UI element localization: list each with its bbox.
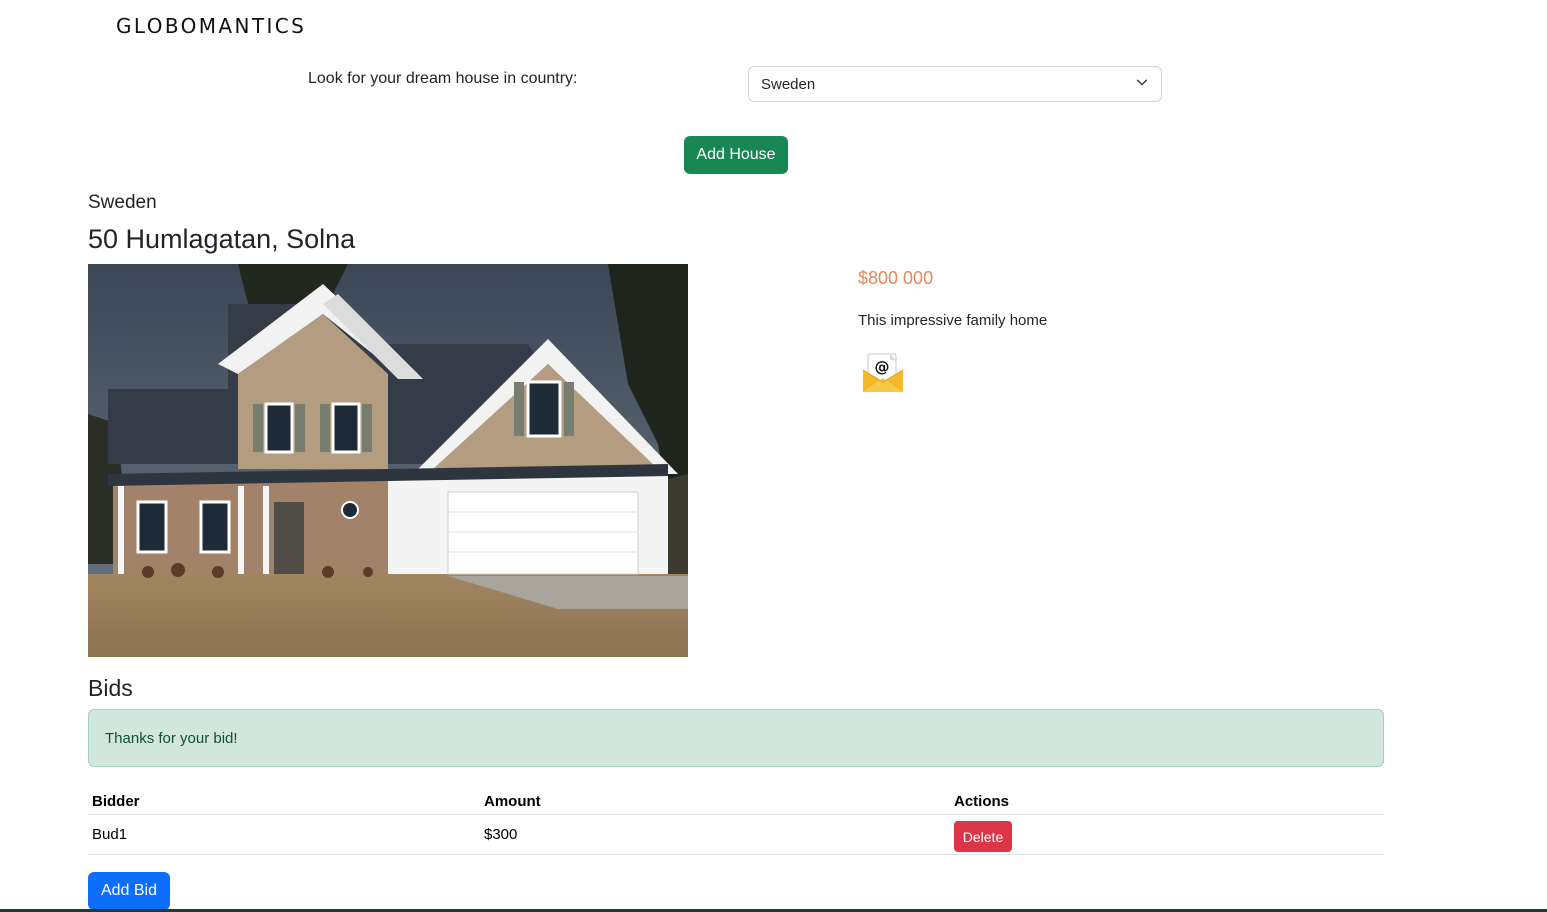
house-price: $800 000 xyxy=(858,268,934,288)
add-bid-button[interactable]: Add Bid xyxy=(88,872,170,910)
bids-table: Bidder Amount Actions Bud1 $300 Delete xyxy=(88,786,1384,855)
bid-success-alert: Thanks for your bid! xyxy=(88,709,1384,767)
bidder-cell: Bud1 xyxy=(88,814,480,855)
house-address: 50 Humlagatan, Solna xyxy=(88,224,356,254)
brand-logo[interactable]: GLOBOMANTICS xyxy=(116,14,306,38)
column-header-bidder: Bidder xyxy=(88,786,480,815)
column-header-amount: Amount xyxy=(480,786,950,815)
country-label: Look for your dream house in country: xyxy=(308,70,578,87)
add-house-button[interactable]: Add House xyxy=(684,136,788,174)
actions-cell: Delete xyxy=(950,814,1384,855)
svg-text:@: @ xyxy=(875,358,890,376)
table-header-row: Bidder Amount Actions xyxy=(88,786,1384,815)
envelope-at-icon[interactable]: @ xyxy=(860,350,906,396)
house-description: This impressive family home xyxy=(858,312,1048,329)
house-country: Sweden xyxy=(88,192,157,213)
alert-message: Thanks for your bid! xyxy=(105,729,238,747)
column-header-actions: Actions xyxy=(950,786,1384,815)
bids-heading: Bids xyxy=(88,675,133,701)
table-row: Bud1 $300 Delete xyxy=(88,814,1384,855)
chevron-down-icon xyxy=(1135,75,1149,93)
delete-bid-button[interactable]: Delete xyxy=(954,821,1012,852)
amount-cell: $300 xyxy=(480,814,950,855)
country-select[interactable]: Sweden xyxy=(748,66,1162,102)
country-select-value: Sweden xyxy=(761,75,816,93)
house-photo xyxy=(88,264,688,657)
